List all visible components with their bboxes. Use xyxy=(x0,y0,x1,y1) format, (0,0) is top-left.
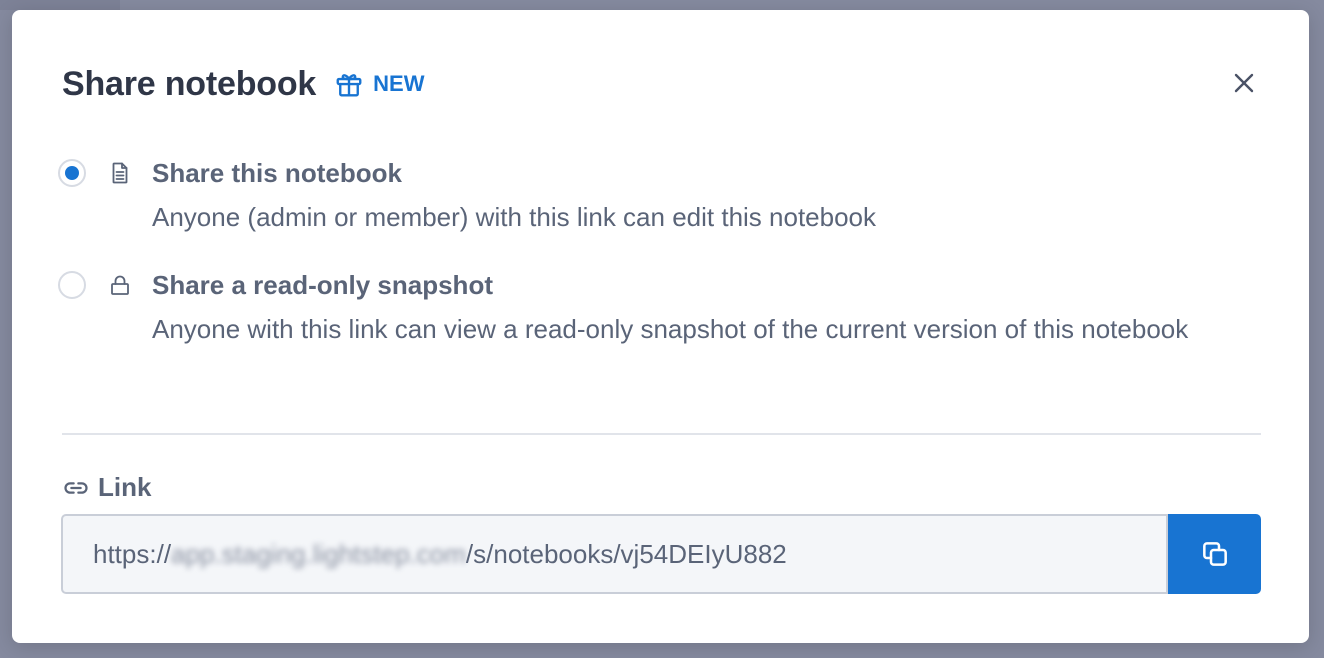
radio-share-notebook[interactable] xyxy=(58,159,86,187)
close-icon xyxy=(1234,73,1254,93)
document-icon xyxy=(112,162,128,184)
radio-read-only-snapshot[interactable] xyxy=(58,271,86,299)
copy-link-button[interactable] xyxy=(1168,514,1261,594)
modal-title: Share notebook xyxy=(62,64,317,103)
share-notebook-modal: Share notebook NEW Share this notebook A… xyxy=(12,10,1309,643)
new-badge: NEW xyxy=(334,69,424,99)
close-button[interactable] xyxy=(1229,68,1259,98)
option-share-notebook[interactable]: Share this notebook Anyone (admin or mem… xyxy=(58,158,1258,232)
copy-icon xyxy=(1202,542,1227,566)
option-title: Share this notebook xyxy=(152,158,402,188)
link-label-text: Link xyxy=(98,472,152,502)
option-title: Share a read-only snapshot xyxy=(152,270,493,300)
link-path: /s/notebooks/vj54DEIyU882 xyxy=(465,538,787,569)
lock-icon xyxy=(111,275,129,295)
divider xyxy=(62,433,1261,435)
gift-icon xyxy=(336,74,362,97)
option-description: Anyone (admin or member) with this link … xyxy=(152,202,877,232)
modal-header: Share notebook NEW xyxy=(62,62,424,106)
backdrop-strip xyxy=(0,0,120,10)
link-host-blurred: app.staging.lightstep.com xyxy=(171,538,466,569)
link-icon xyxy=(64,481,88,494)
new-badge-label: NEW xyxy=(373,71,425,96)
option-read-only-snapshot[interactable]: Share a read-only snapshot Anyone with t… xyxy=(58,270,1258,381)
share-link-input[interactable]: https://app.staging.lightstep.com/s/note… xyxy=(61,514,1168,594)
link-prefix: https:// xyxy=(93,538,172,569)
link-label: Link xyxy=(62,472,151,503)
option-description: Anyone with this link can view a read-on… xyxy=(152,314,1189,344)
